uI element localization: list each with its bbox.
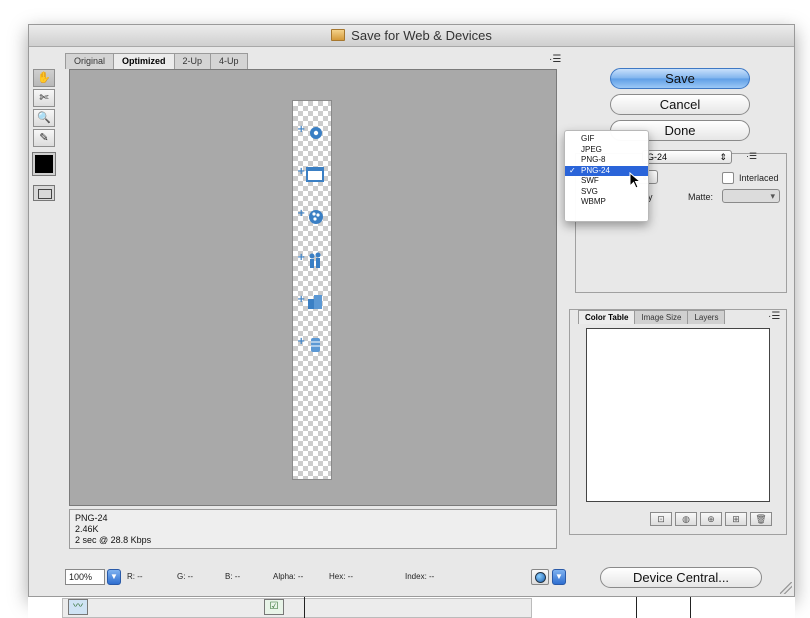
add-window-glyph-icon: + [297, 166, 324, 182]
color-table-panel: Color Table Image Size Layers ·☰ ⊡ ◍ ⊕ ⊞… [569, 309, 787, 535]
menu-item-png-8[interactable]: PNG-8 [565, 155, 648, 166]
add-palette-glyph-icon: + [297, 208, 323, 224]
background-strip [62, 598, 532, 618]
tab-4-up[interactable]: 4-Up [210, 53, 248, 69]
preset-select-arrow-icon: ⇕ [719, 152, 727, 162]
zoom-tool-icon[interactable]: 🔍 [33, 109, 55, 127]
preset-select[interactable]: G-24 ⇕ [642, 150, 732, 164]
add-settings-glyph-icon: + [297, 124, 322, 139]
matte-label: Matte: [688, 192, 714, 202]
add-boxes-glyph-icon: + [297, 294, 322, 309]
readout-alpha: Alpha: -- [273, 572, 304, 581]
interlaced-checkbox[interactable] [722, 172, 734, 184]
window-titlebar[interactable]: Save for Web & Devices [29, 25, 794, 47]
background-document-area: 〰 ☑ [28, 597, 795, 618]
interlaced-label: Interlaced [739, 173, 779, 183]
info-file-size: 2.46K [75, 524, 99, 534]
view-tabs: Original Optimized 2-Up 4-Up [65, 53, 248, 69]
info-format: PNG-24 [75, 513, 108, 523]
divider [690, 597, 691, 618]
slice-select-tool-icon[interactable]: ✄ [33, 89, 55, 107]
resize-grip-icon[interactable] [780, 582, 792, 594]
svg-text:+: + [297, 124, 305, 135]
readout-blue: B: -- [225, 572, 241, 581]
svg-text:+: + [297, 252, 305, 263]
readout-green: G: -- [177, 572, 193, 581]
device-central-button[interactable]: Device Central... [600, 567, 762, 588]
window-title: Save for Web & Devices [351, 28, 492, 43]
preview-canvas[interactable]: + + + + + + [69, 69, 557, 506]
trash-icon[interactable]: 🗑 [750, 512, 772, 526]
zoom-level-field[interactable]: 100% [65, 569, 105, 585]
save-button[interactable]: Save [610, 68, 750, 89]
tab-optimized[interactable]: Optimized [113, 53, 175, 69]
browser-menu-arrow-icon[interactable]: ▼ [552, 569, 566, 585]
mouse-pointer-icon [629, 172, 642, 189]
svg-text:+: + [297, 336, 305, 347]
checkmark-icon: ✓ [569, 165, 576, 175]
tab-original[interactable]: Original [65, 53, 115, 69]
tab-2-up[interactable]: 2-Up [173, 53, 212, 69]
desktop: Save for Web & Devices ✋ ✄ 🔍 ✎ Original … [0, 0, 810, 618]
optimize-menu-icon[interactable]: ·☰ [746, 151, 757, 162]
color-table-menu-icon[interactable]: ·☰ [768, 311, 780, 322]
toggle-slices-visibility-icon[interactable] [33, 185, 55, 201]
menu-item-gif[interactable]: GIF [565, 134, 648, 145]
svg-text:+: + [297, 294, 305, 305]
readout-hex: Hex: -- [329, 572, 353, 581]
svg-text:+: + [297, 166, 305, 177]
preset-select-value: G-24 [647, 152, 668, 162]
waveform-thumbnail-icon: 〰 [68, 599, 88, 615]
save-for-web-dialog: Save for Web & Devices ✋ ✄ 🔍 ✎ Original … [28, 24, 795, 597]
divider [636, 597, 637, 618]
matte-select[interactable]: ▾ [722, 189, 780, 203]
menu-item-png-24-label: PNG-24 [581, 165, 610, 175]
svg-text:+: + [297, 208, 305, 219]
readout-red: R: -- [127, 572, 143, 581]
menu-item-jpeg[interactable]: JPEG [565, 145, 648, 156]
menu-item-wbmp[interactable]: WBMP [565, 197, 648, 208]
lock-color-icon[interactable]: ⊕ [700, 512, 722, 526]
zoom-dropdown-arrow-icon[interactable]: ▼ [107, 569, 121, 585]
checkmark-thumbnail-icon: ☑ [264, 599, 284, 615]
add-users-glyph-icon: + [297, 252, 321, 268]
map-to-transparent-icon[interactable]: ⊡ [650, 512, 672, 526]
color-table-tabs: Color Table Image Size Layers [578, 310, 726, 324]
readout-index: Index: -- [405, 572, 435, 581]
tab-color-table[interactable]: Color Table [578, 310, 636, 324]
color-table-buttons: ⊡ ◍ ⊕ ⊞ 🗑 [650, 512, 775, 526]
matte-select-arrow-icon: ▾ [770, 191, 775, 201]
hand-tool-icon[interactable]: ✋ [33, 69, 55, 87]
color-table-swatches[interactable] [586, 328, 770, 502]
divider [304, 597, 305, 618]
eyedropper-color-swatch[interactable] [32, 152, 56, 176]
add-cylinder-glyph-icon: + [297, 336, 320, 352]
info-download-time: 2 sec @ 28.8 Kbps [75, 535, 152, 545]
preview-panel-menu-icon[interactable]: ·☰ [549, 54, 561, 65]
status-bar: 100% ▼ R: -- G: -- B: -- Alpha: -- Hex: … [65, 568, 566, 586]
tab-layers[interactable]: Layers [687, 310, 726, 324]
document-icon [331, 29, 346, 41]
tab-image-size[interactable]: Image Size [634, 310, 689, 324]
new-color-icon[interactable]: ⊞ [725, 512, 747, 526]
tool-panel: ✋ ✄ 🔍 ✎ [32, 69, 56, 201]
browser-preview-globe-icon[interactable] [531, 569, 549, 585]
web-shift-icon[interactable]: ◍ [675, 512, 697, 526]
cancel-button[interactable]: Cancel [610, 94, 750, 115]
image-preview-strip: + + + + + + [292, 100, 332, 480]
eyedropper-tool-icon[interactable]: ✎ [33, 129, 55, 147]
optimization-info: PNG-24 2.46K 2 sec @ 28.8 Kbps [69, 509, 557, 549]
